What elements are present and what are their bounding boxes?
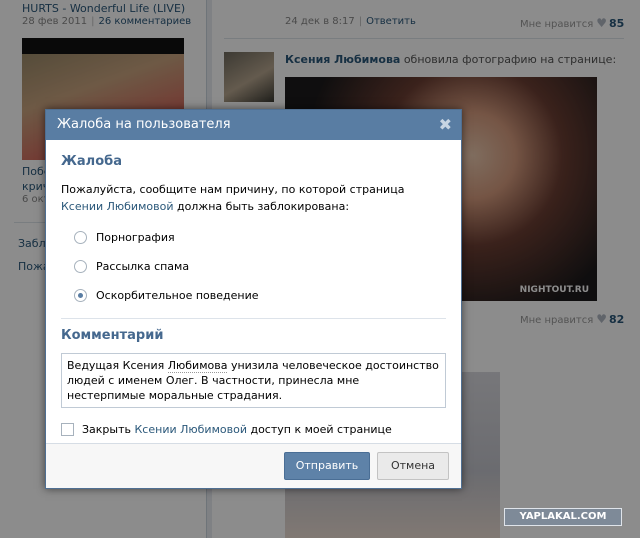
option-porn[interactable]: Порнография	[61, 223, 446, 252]
option-spam[interactable]: Рассылка спама	[61, 252, 446, 281]
comment-textarea[interactable]: Ведущая Ксения Любимова унизила человече…	[61, 353, 446, 408]
dialog-header: Жалоба на пользователя ✖	[46, 110, 461, 140]
profile-link[interactable]: Ксении Любимовой	[61, 200, 173, 213]
report-dialog: Жалоба на пользователя ✖ Жалоба Пожалуйс…	[45, 109, 462, 489]
complaint-section-title: Жалоба	[61, 154, 122, 169]
option-label: Рассылка спама	[96, 260, 190, 273]
section-divider	[61, 318, 446, 319]
checkbox[interactable]	[61, 423, 74, 436]
option-label: Оскорбительное поведение	[96, 289, 259, 302]
close-icon[interactable]: ✖	[439, 110, 452, 140]
comment-section-title: Комментарий	[61, 328, 164, 343]
radio-button[interactable]	[74, 260, 87, 273]
radio-button[interactable]	[74, 231, 87, 244]
site-watermark: YAPLAKAL.COM	[504, 508, 622, 526]
dialog-footer: Отправить Отмена	[46, 443, 461, 488]
cancel-button[interactable]: Отмена	[377, 452, 449, 480]
dialog-title: Жалоба на пользователя	[57, 117, 231, 132]
profile-link-2[interactable]: Ксении Любимовой	[135, 423, 247, 436]
radio-button-selected[interactable]	[74, 289, 87, 302]
close-access-checkbox-row[interactable]: Закрыть Ксении Любимовой доступ к моей с…	[61, 423, 446, 436]
option-abuse[interactable]: Оскорбительное поведение	[61, 281, 446, 310]
send-button[interactable]: Отправить	[284, 452, 370, 480]
dialog-body: Жалоба Пожалуйста, сообщите нам причину,…	[46, 140, 461, 436]
reason-text: Пожалуйста, сообщите нам причину, по кот…	[61, 183, 405, 213]
option-label: Порнография	[96, 231, 175, 244]
